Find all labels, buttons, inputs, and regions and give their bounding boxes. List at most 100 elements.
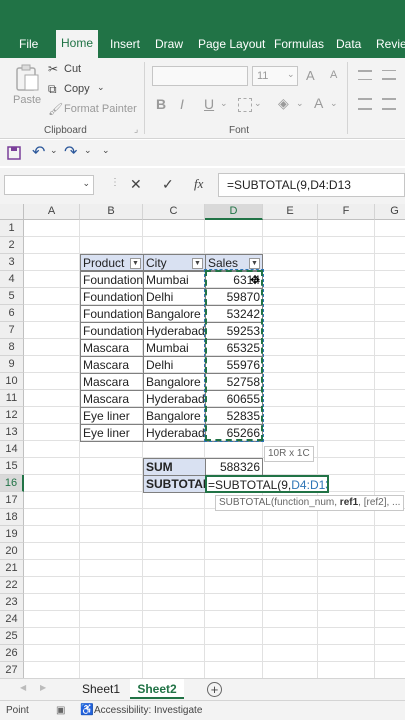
tab-page-layout[interactable]: Page Layout xyxy=(193,36,270,58)
chevron-down-icon[interactable]: ⌄ xyxy=(50,145,58,156)
column-header-b[interactable]: B xyxy=(80,204,143,220)
row-header-19[interactable]: 19 xyxy=(0,526,24,543)
city-cell[interactable]: Delhi xyxy=(143,356,206,374)
align-center-icon[interactable] xyxy=(382,98,396,110)
row-header-10[interactable]: 10 xyxy=(0,373,24,390)
underline-button[interactable]: U xyxy=(204,96,214,112)
product-cell[interactable]: Foundation xyxy=(80,305,144,323)
row-header-6[interactable]: 6 xyxy=(0,305,24,322)
format-painter-button[interactable]: 🖌 Format Painter xyxy=(48,102,140,118)
row-header-3[interactable]: 3 xyxy=(0,254,24,271)
row-header-24[interactable]: 24 xyxy=(0,611,24,628)
select-all-corner[interactable] xyxy=(0,204,24,220)
align-middle-icon[interactable] xyxy=(382,70,396,80)
city-cell[interactable]: Bangalore xyxy=(143,373,206,391)
column-header-e[interactable]: E xyxy=(263,204,318,220)
accessibility-icon[interactable]: ♿ xyxy=(80,701,94,720)
row-header-8[interactable]: 8 xyxy=(0,339,24,356)
product-cell[interactable]: Mascara xyxy=(80,373,144,391)
row-header-20[interactable]: 20 xyxy=(0,543,24,560)
italic-button[interactable]: I xyxy=(180,96,184,112)
city-cell[interactable]: Mumbai xyxy=(143,271,206,289)
column-header-g[interactable]: G xyxy=(375,204,405,220)
row-header-22[interactable]: 22 xyxy=(0,577,24,594)
insert-function-button[interactable]: fx xyxy=(194,176,203,192)
row-header-27[interactable]: 27 xyxy=(0,662,24,678)
column-header-a[interactable]: A xyxy=(24,204,80,220)
save-icon[interactable] xyxy=(7,146,21,160)
spreadsheet-grid[interactable]: ABCDEFG 1 2 3 4 5 6 7 8 9 10 11 12 13 14 15 16 17 18 19 20 2… xyxy=(0,204,405,678)
column-header-c[interactable]: C xyxy=(143,204,205,220)
formula-input[interactable]: =SUBTOTAL(9,D4:D13 xyxy=(218,173,405,197)
product-cell[interactable]: Foundation xyxy=(80,288,144,306)
scroll-left-icon[interactable]: ◀ xyxy=(20,683,26,692)
row-header-5[interactable]: 5 xyxy=(0,288,24,305)
city-cell[interactable]: Bangalore xyxy=(143,407,206,425)
tab-formulas[interactable]: Formulas xyxy=(269,36,329,58)
redo-icon[interactable]: ↷ xyxy=(64,142,77,162)
tab-draw[interactable]: Draw xyxy=(150,36,188,58)
row-header-11[interactable]: 11 xyxy=(0,390,24,407)
sheet-tab-sheet1[interactable]: Sheet1 xyxy=(76,679,126,699)
font-name-box[interactable] xyxy=(152,66,248,86)
city-cell[interactable]: Hyderabad xyxy=(143,390,206,408)
sheet-tab-sheet2[interactable]: Sheet2 xyxy=(130,679,184,699)
row-header-4[interactable]: 4 xyxy=(0,271,24,288)
city-cell[interactable]: Hyderabad xyxy=(143,424,206,442)
column-header-f[interactable]: F xyxy=(318,204,375,220)
product-cell[interactable]: Mascara xyxy=(80,390,144,408)
row-header-18[interactable]: 18 xyxy=(0,509,24,526)
product-cell[interactable]: Foundation xyxy=(80,271,144,289)
row-header-23[interactable]: 23 xyxy=(0,594,24,611)
product-cell[interactable]: Eye liner xyxy=(80,407,144,425)
tab-review[interactable]: Review xyxy=(371,36,405,58)
row-header-25[interactable]: 25 xyxy=(0,628,24,645)
undo-icon[interactable]: ↶ xyxy=(32,142,45,162)
row-header-9[interactable]: 9 xyxy=(0,356,24,373)
paste-button[interactable]: Paste xyxy=(10,62,44,106)
column-header-d[interactable]: D xyxy=(205,204,263,220)
product-cell[interactable]: Foundation xyxy=(80,322,144,340)
name-box[interactable]: ⌄ xyxy=(4,175,94,195)
city-cell[interactable]: Mumbai xyxy=(143,339,206,357)
city-cell[interactable]: Delhi xyxy=(143,288,206,306)
dialog-launcher-icon[interactable]: ⌟ xyxy=(134,124,138,135)
shrink-font-button[interactable]: A xyxy=(330,69,337,81)
tab-insert[interactable]: Insert xyxy=(105,36,145,58)
row-header-13[interactable]: 13 xyxy=(0,424,24,441)
fill-color-icon[interactable]: ◈ xyxy=(278,95,289,112)
customize-qat-icon[interactable]: ⌄ xyxy=(102,145,110,156)
tab-file[interactable]: File xyxy=(14,36,43,58)
row-header-21[interactable]: 21 xyxy=(0,560,24,577)
row-header-17[interactable]: 17 xyxy=(0,492,24,509)
align-top-icon[interactable] xyxy=(358,70,372,80)
row-header-7[interactable]: 7 xyxy=(0,322,24,339)
cut-button[interactable]: ✂ Cut xyxy=(48,62,108,78)
city-cell[interactable]: Bangalore xyxy=(143,305,206,323)
new-sheet-button[interactable]: + xyxy=(207,682,222,697)
row-header-14[interactable]: 14 xyxy=(0,441,24,458)
font-size-box[interactable]: 11 ⌄ xyxy=(252,66,298,86)
product-cell[interactable]: Mascara xyxy=(80,356,144,374)
row-header-16[interactable]: 16 xyxy=(0,475,24,492)
copy-button[interactable]: ⧉ Copy ⌄ xyxy=(48,82,118,98)
accessibility-status[interactable]: Accessibility: Investigate xyxy=(94,701,202,720)
row-header-15[interactable]: 15 xyxy=(0,458,24,475)
row-header-1[interactable]: 1 xyxy=(0,220,24,237)
product-cell[interactable]: Mascara xyxy=(80,339,144,357)
product-cell[interactable]: Eye liner xyxy=(80,424,144,442)
tab-data[interactable]: Data xyxy=(331,36,366,58)
filter-dropdown-icon[interactable]: ▼ xyxy=(249,258,260,269)
align-left-icon[interactable] xyxy=(358,98,372,110)
borders-button[interactable] xyxy=(238,98,252,112)
chevron-down-icon[interactable]: ⌄ xyxy=(84,145,92,156)
row-header-2[interactable]: 2 xyxy=(0,237,24,254)
macro-record-icon[interactable]: ▣ xyxy=(56,701,65,720)
grow-font-button[interactable]: A xyxy=(306,68,315,83)
font-color-button[interactable]: A xyxy=(314,95,323,111)
scroll-right-icon[interactable]: ▶ xyxy=(40,683,46,692)
filter-dropdown-icon[interactable]: ▼ xyxy=(192,258,203,269)
enter-icon[interactable]: ✓ xyxy=(162,176,174,193)
city-cell[interactable]: Hyderabad xyxy=(143,322,206,340)
row-header-26[interactable]: 26 xyxy=(0,645,24,662)
